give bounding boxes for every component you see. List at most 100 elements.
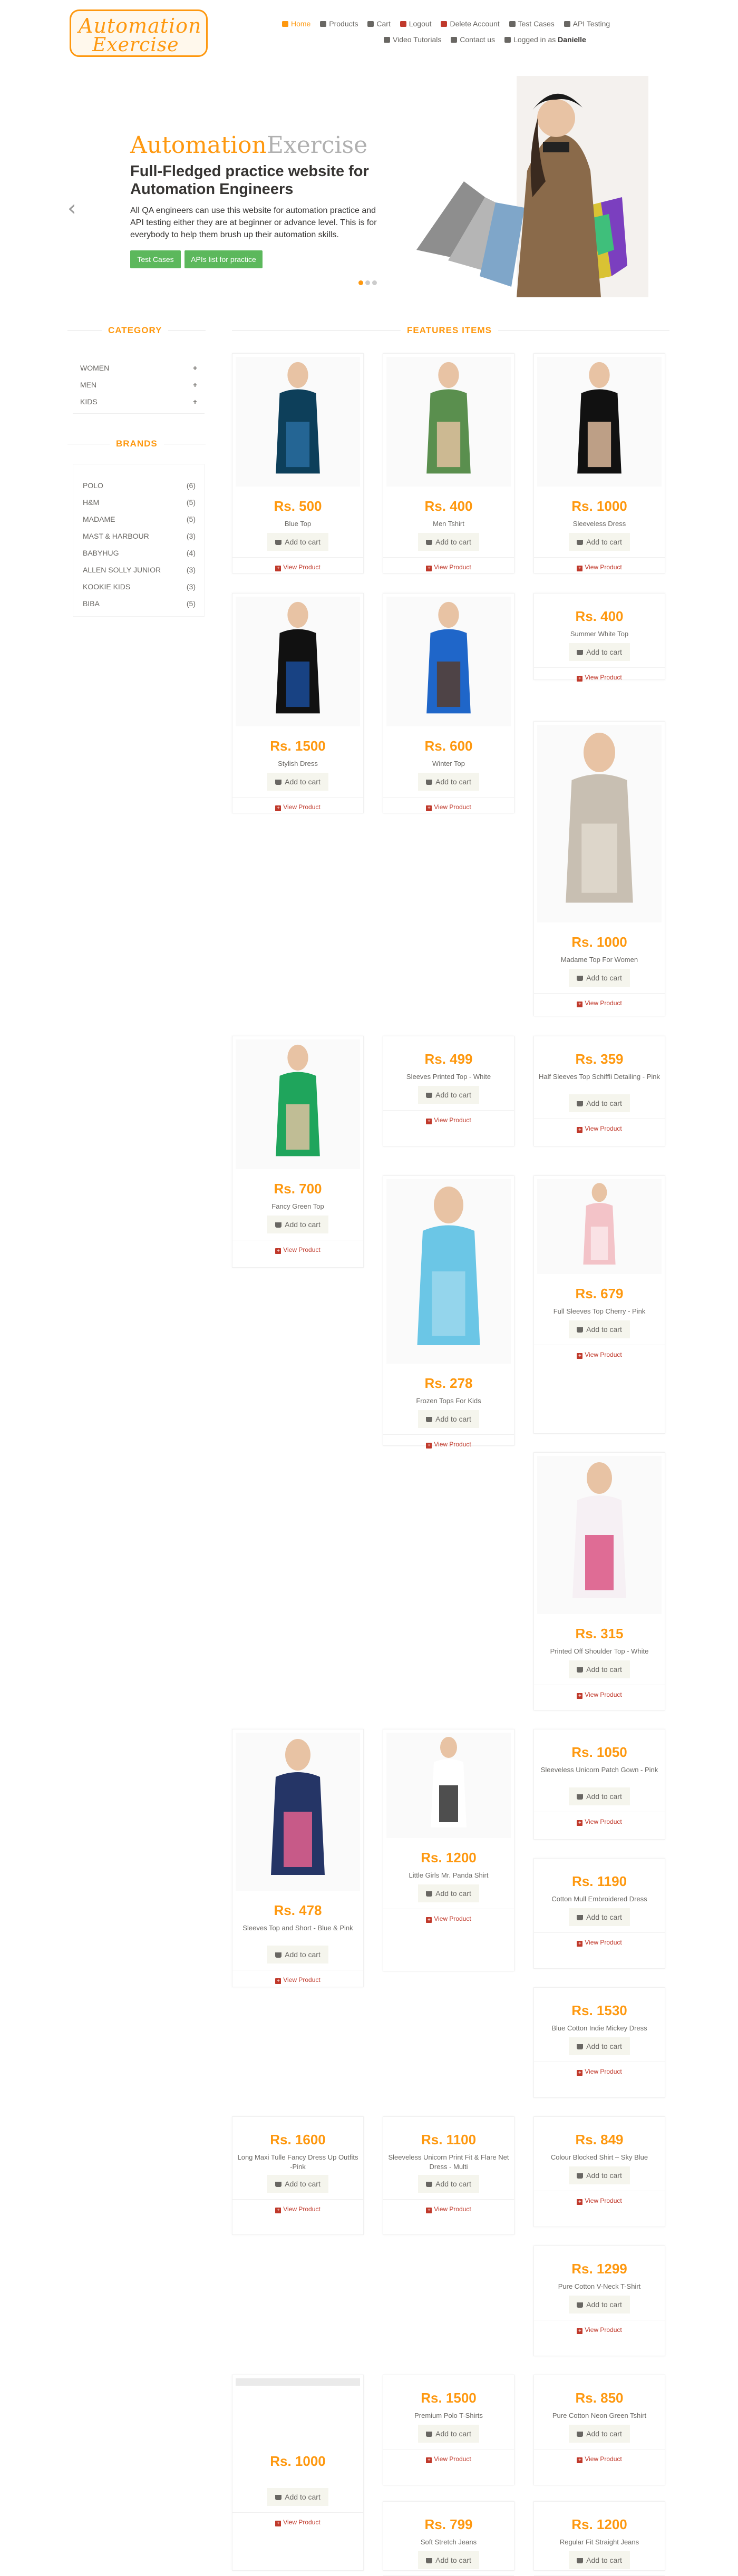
add-to-cart-button[interactable]: Add to cart: [569, 533, 630, 551]
add-to-cart-button[interactable]: Add to cart: [569, 1787, 630, 1805]
add-to-cart-button[interactable]: Add to cart: [569, 2037, 630, 2055]
view-product-link[interactable]: + View Product: [534, 674, 665, 682]
category-kids[interactable]: KIDS +: [80, 397, 197, 406]
view-product-link[interactable]: + View Product: [534, 2197, 665, 2205]
view-product-link[interactable]: + View Product: [534, 2326, 665, 2334]
add-to-cart-button[interactable]: Add to cart: [418, 2175, 479, 2193]
test-cases-button[interactable]: Test Cases: [130, 250, 181, 268]
apis-list-button[interactable]: APIs list for practice: [184, 250, 263, 268]
add-to-cart-button[interactable]: Add to cart: [569, 1320, 630, 1338]
product-card: Rs. 1500 Premium Polo T-Shirts Add to cart…: [383, 2375, 514, 2485]
nav-cart[interactable]: Cart: [367, 16, 391, 32]
nav-products[interactable]: Products: [320, 16, 358, 32]
product-price: Rs. 1000: [571, 498, 627, 514]
product-name: Little Girls Mr. Panda Shirt: [409, 1871, 489, 1879]
brand-item[interactable]: MAST & HARBOUR (3): [83, 532, 196, 540]
trash-icon: [441, 21, 448, 27]
product-name: Pure Cotton Neon Green Tshirt: [552, 2412, 647, 2419]
cart-icon: [367, 21, 374, 27]
brand-item[interactable]: H&M (5): [83, 498, 196, 507]
brand-name: POLO: [83, 481, 103, 490]
carousel-dot-3[interactable]: [372, 280, 377, 285]
nav-contact-us[interactable]: Contact us: [451, 32, 495, 47]
add-to-cart-button[interactable]: Add to cart: [569, 643, 630, 661]
site-logo[interactable]: Automation Exercise: [70, 9, 208, 57]
add-to-cart-button[interactable]: Add to cart: [418, 2425, 479, 2443]
nav-test-cases[interactable]: Test Cases: [509, 16, 555, 32]
product-card: Rs. 400 Men Tshirt Add to cart + View Produc…: [383, 353, 514, 573]
brand-item[interactable]: POLO (6): [83, 481, 196, 490]
add-to-cart-button[interactable]: Add to cart: [569, 1908, 630, 1926]
nav-home[interactable]: Home: [282, 16, 310, 32]
cart-icon: [577, 2173, 584, 2179]
view-product-link[interactable]: + View Product: [383, 1116, 514, 1124]
add-to-cart-button[interactable]: Add to cart: [267, 2488, 328, 2506]
add-to-cart-button[interactable]: Add to cart: [267, 533, 328, 551]
add-to-cart-button[interactable]: Add to cart: [418, 533, 479, 551]
add-to-cart-button[interactable]: Add to cart: [569, 2425, 630, 2443]
brand-name: H&M: [83, 498, 100, 507]
product-name: Sleeveless Unicorn Print Fit & Flare Net…: [388, 2153, 509, 2171]
view-product-link[interactable]: + View Product: [534, 1939, 665, 1947]
add-to-cart-button[interactable]: Add to cart: [418, 1884, 479, 1902]
view-product-link[interactable]: + View Product: [534, 1691, 665, 1699]
add-to-cart-button[interactable]: Add to cart: [569, 1094, 630, 1112]
add-to-cart-button[interactable]: Add to cart: [418, 773, 479, 791]
add-to-cart-button[interactable]: Add to cart: [569, 2166, 630, 2184]
view-product-link[interactable]: + View Product: [534, 2455, 665, 2463]
brand-item[interactable]: KOOKIE KIDS (3): [83, 582, 196, 591]
view-product-link[interactable]: + View Product: [232, 2205, 363, 2213]
carousel-dot-2[interactable]: [365, 280, 370, 285]
view-product-link[interactable]: + View Product: [534, 2068, 665, 2076]
add-to-cart-button[interactable]: Add to cart: [569, 2551, 630, 2569]
carousel-dot-1[interactable]: [358, 280, 363, 285]
product-name: Sleeves Printed Top - White: [406, 1073, 491, 1081]
view-product-link[interactable]: + View Product: [534, 1351, 665, 1359]
cart-icon: [426, 540, 433, 545]
plus-square-icon: +: [426, 2457, 432, 2463]
view-product-link[interactable]: + View Product: [534, 999, 665, 1007]
add-to-cart-button[interactable]: Add to cart: [569, 1660, 630, 1678]
view-product-link[interactable]: + View Product: [232, 2519, 363, 2526]
nav-delete-account[interactable]: Delete Account: [441, 16, 500, 32]
nav-video-tutorials[interactable]: Video Tutorials: [384, 32, 441, 47]
view-product-link[interactable]: + View Product: [534, 1125, 665, 1133]
view-product-link[interactable]: + View Product: [383, 2205, 514, 2213]
category-women[interactable]: WOMEN +: [80, 364, 197, 372]
brand-item[interactable]: BIBA (5): [83, 599, 196, 608]
add-to-cart-button[interactable]: Add to cart: [569, 2296, 630, 2313]
add-to-cart-button[interactable]: Add to cart: [569, 969, 630, 987]
cart-icon: [275, 1952, 282, 1958]
product-card: Rs. 1000 Sleeveless Dress Add to cart + View…: [533, 353, 665, 573]
add-to-cart-button[interactable]: Add to cart: [267, 773, 328, 791]
add-to-cart-button[interactable]: Add to cart: [267, 1216, 328, 1233]
add-to-cart-button[interactable]: Add to cart: [418, 2551, 479, 2569]
view-product-link[interactable]: + View Product: [383, 1441, 514, 1449]
add-to-cart-button[interactable]: Add to cart: [418, 1410, 479, 1428]
carousel-prev-arrow[interactable]: ‹: [67, 195, 76, 221]
brand-name: KOOKIE KIDS: [83, 582, 131, 591]
brand-item[interactable]: ALLEN SOLLY JUNIOR (3): [83, 566, 196, 574]
view-product-link[interactable]: + View Product: [232, 1246, 363, 1254]
nav-api-testing[interactable]: API Testing: [564, 16, 610, 32]
view-product-link[interactable]: + View Product: [534, 563, 665, 571]
view-product-link[interactable]: + View Product: [383, 1915, 514, 1923]
category-men[interactable]: MEN +: [80, 381, 197, 389]
brand-item[interactable]: BABYHUG (4): [83, 549, 196, 557]
plus-square-icon: +: [577, 1127, 583, 1133]
view-product-link[interactable]: + View Product: [383, 803, 514, 811]
view-product-link[interactable]: + View Product: [383, 2455, 514, 2463]
view-product-link[interactable]: + View Product: [232, 563, 363, 571]
view-product-link[interactable]: + View Product: [534, 1818, 665, 1826]
view-product-link[interactable]: + View Product: [232, 1976, 363, 1984]
add-to-cart-button[interactable]: Add to cart: [267, 2175, 328, 2193]
view-product-link[interactable]: + View Product: [383, 563, 514, 571]
brand-item[interactable]: MADAME (5): [83, 515, 196, 523]
product-card: Rs. 1299 Pure Cotton V-Neck T-Shirt Add to…: [533, 2246, 665, 2356]
nav-logout[interactable]: Logout: [400, 16, 432, 32]
add-to-cart-button[interactable]: Add to cart: [418, 1086, 479, 1104]
view-product-link[interactable]: + View Product: [232, 803, 363, 811]
carousel-indicators[interactable]: [358, 278, 379, 288]
product-image: [537, 725, 662, 922]
add-to-cart-button[interactable]: Add to cart: [267, 1946, 328, 1963]
